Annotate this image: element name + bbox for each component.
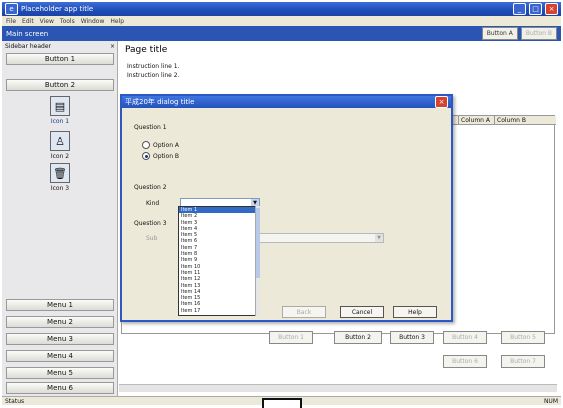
sidebar: Sidebar header × Button 1 Button 2 ▤ Ico…: [2, 41, 118, 396]
cancel-button[interactable]: Cancel: [340, 306, 384, 318]
sidebar-menu-4[interactable]: Menu 4: [6, 350, 114, 362]
status-text: Status: [5, 397, 25, 405]
radio-option-a-label: Option A: [153, 141, 180, 149]
header-button-a[interactable]: Button A: [481, 27, 518, 40]
action-button-7[interactable]: Button 7: [501, 355, 545, 368]
dialog-titlebar: 平成20年 dialog title ×: [122, 96, 451, 108]
dialog: 平成20年 dialog title × Question 1 Option A…: [120, 94, 453, 322]
radio-icon[interactable]: [142, 141, 150, 149]
sidebar-item-2-label: Icon 2: [50, 153, 70, 160]
sidebar-header: Sidebar header ×: [2, 41, 118, 52]
sidebar-menu-6[interactable]: Menu 6: [6, 382, 114, 394]
instruction-line-1: Instruction line 1.: [127, 63, 180, 70]
sidebar-menu-3[interactable]: Menu 3: [6, 333, 114, 345]
sub-label: Sub: [146, 235, 158, 242]
sidebar-header-label: Sidebar header: [5, 43, 51, 50]
app-icon: e: [5, 3, 18, 15]
trash-icon: 🗑: [50, 163, 70, 183]
status-indicator: NUM: [543, 397, 558, 405]
radio-option-b-label: Option B: [153, 152, 180, 160]
sidebar-menu-1[interactable]: Menu 1: [6, 299, 114, 311]
sidebar-item-1-label: Icon 1: [50, 118, 70, 125]
sidebar-create-button[interactable]: Button 2: [6, 79, 114, 91]
action-button-5[interactable]: Button 5: [501, 331, 545, 344]
help-button[interactable]: Help: [393, 306, 437, 318]
sidebar-close-icon[interactable]: ×: [110, 43, 115, 50]
horizontal-scrollbar[interactable]: [119, 384, 557, 392]
column-header-b[interactable]: Column B: [494, 116, 556, 125]
menu-item[interactable]: View: [40, 18, 54, 25]
action-button-3[interactable]: Button 3: [390, 331, 434, 344]
sidebar-item-2[interactable]: ♙ Icon 2: [2, 131, 118, 167]
column-header-a[interactable]: Column A: [458, 116, 494, 125]
back-button[interactable]: Back: [282, 306, 326, 318]
action-button-1[interactable]: Button 1: [269, 331, 313, 344]
dialog-close-button[interactable]: ×: [435, 96, 448, 108]
menu-item[interactable]: Window: [81, 18, 105, 25]
action-button-6[interactable]: Button 6: [443, 355, 487, 368]
radio-option-b[interactable]: Option B: [142, 151, 179, 161]
sidebar-menu-2[interactable]: Menu 2: [6, 316, 114, 328]
sidebar-top-button[interactable]: Button 1: [6, 53, 114, 65]
dialog-question-2: Question 2: [134, 184, 167, 191]
menu-item[interactable]: Edit: [22, 18, 34, 25]
document-icon: ▤: [50, 96, 70, 116]
menu-item[interactable]: Tools: [60, 18, 75, 25]
app-header-title: Main screen: [6, 29, 49, 38]
close-window-button[interactable]: ×: [545, 3, 558, 15]
minimize-button[interactable]: _: [513, 3, 526, 15]
chevron-down-icon[interactable]: ▼: [375, 234, 383, 242]
radio-selected-icon[interactable]: [142, 152, 150, 160]
instruction-line-2: Instruction line 2.: [127, 72, 180, 79]
dropdown-option[interactable]: Item 17: [179, 308, 259, 314]
sidebar-item-3-label: Icon 3: [50, 185, 70, 192]
sidebar-item-3[interactable]: 🗑 Icon 3: [2, 163, 118, 199]
page-title: Page title: [125, 45, 168, 55]
header-button-b[interactable]: Button B: [520, 27, 557, 40]
action-button-2[interactable]: Button 2: [334, 331, 382, 344]
user-icon: ♙: [50, 131, 70, 151]
menu-bar: File Edit View Tools Window Help: [2, 16, 561, 26]
app-header: Main screen Button A Button B: [2, 26, 561, 41]
radio-option-a[interactable]: Option A: [142, 140, 179, 150]
kind-dropdown-list[interactable]: Item 1 Item 2 Item 3 Item 4 Item 5 Item …: [178, 206, 260, 316]
menu-item[interactable]: File: [6, 18, 16, 25]
kind-label: Kind: [146, 199, 160, 207]
menu-item[interactable]: Help: [110, 18, 124, 25]
sidebar-item-1[interactable]: ▤ Icon 1: [2, 96, 118, 132]
sidebar-menu-5[interactable]: Menu 5: [6, 367, 114, 379]
maximize-button[interactable]: □: [529, 3, 542, 15]
dialog-title: 平成20年 dialog title: [125, 98, 195, 106]
dropdown-scrollbar[interactable]: [255, 206, 260, 316]
dialog-question-1: Question 1: [134, 124, 167, 131]
action-button-4[interactable]: Button 4: [443, 331, 487, 344]
window-title: Placeholder app title: [21, 5, 94, 13]
window-titlebar: e Placeholder app title _ □ ×: [2, 2, 561, 16]
